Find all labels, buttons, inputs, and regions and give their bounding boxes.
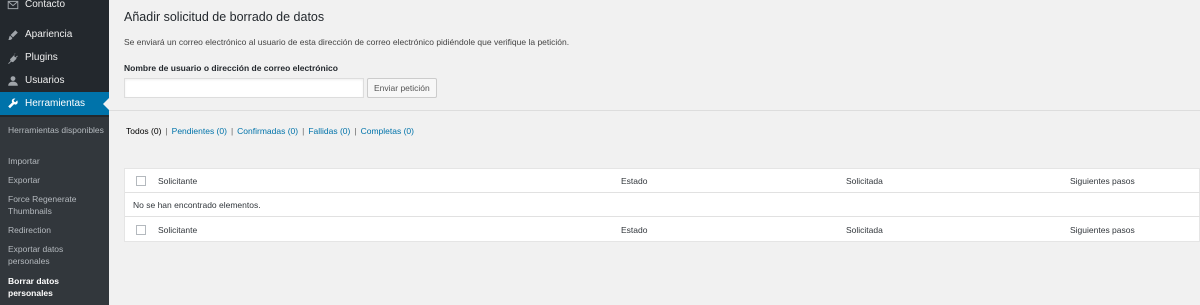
plugin-icon xyxy=(6,51,19,64)
column-header-solicitada[interactable]: Solicitada xyxy=(846,176,883,186)
empty-message: No se han encontrado elementos. xyxy=(133,200,261,210)
select-all-checkbox[interactable] xyxy=(136,176,146,186)
menu-item-apariencia[interactable]: Apariencia xyxy=(0,23,109,46)
table-row: No se han encontrado elementos. xyxy=(125,193,1200,217)
page-title: Añadir solicitud de borrado de datos xyxy=(124,10,325,24)
column-footer-solicitante[interactable]: Solicitante xyxy=(158,225,197,235)
submenu: Herramientas disponibles Importar Export… xyxy=(0,117,109,305)
submenu-item-herramientas-disponibles[interactable]: Herramientas disponibles xyxy=(8,124,104,136)
requests-table: Solicitante Estado Solicitada Siguientes… xyxy=(124,168,1200,242)
status-filter-links: Todos (0) | Pendientes (0) | Confirmadas… xyxy=(126,126,414,136)
submenu-item-force-regenerate-thumbnails[interactable]: Force Regenerate Thumbnails xyxy=(8,193,104,217)
divider xyxy=(109,110,1200,111)
username-email-label: Nombre de usuario o dirección de correo … xyxy=(124,63,338,73)
menu-item-label: Plugins xyxy=(25,52,58,63)
table-footer-row: Solicitante Estado Solicitada Siguientes… xyxy=(125,218,1200,242)
submenu-item-importar[interactable]: Importar xyxy=(8,155,104,167)
submenu-item-borrar-datos-personales[interactable]: Borrar datos personales xyxy=(8,275,104,299)
filter-failed[interactable]: Fallidas (0) xyxy=(308,126,350,136)
brush-icon xyxy=(6,28,19,41)
main-content: Añadir solicitud de borrado de datos Se … xyxy=(109,0,1200,305)
select-all-checkbox-footer[interactable] xyxy=(136,225,146,235)
filter-confirmed[interactable]: Confirmadas (0) xyxy=(237,126,298,136)
filter-separator: | xyxy=(165,126,168,136)
menu-item-contacto[interactable]: Contacto xyxy=(0,0,109,16)
filter-separator: | xyxy=(230,126,234,136)
send-request-button[interactable]: Enviar petición xyxy=(367,78,437,98)
column-footer-siguientes-pasos: Siguientes pasos xyxy=(1070,225,1135,235)
column-footer-estado: Estado xyxy=(621,225,648,235)
filter-separator: | xyxy=(354,126,357,136)
submenu-item-exportar-datos-personales[interactable]: Exportar datos personales xyxy=(8,243,104,267)
submenu-item-redirection[interactable]: Redirection xyxy=(8,224,104,236)
column-header-estado: Estado xyxy=(621,176,648,186)
username-email-input[interactable] xyxy=(124,78,364,98)
column-header-siguientes-pasos: Siguientes pasos xyxy=(1070,176,1135,186)
filter-pending[interactable]: Pendientes (0) xyxy=(172,126,227,136)
mail-icon xyxy=(6,0,19,11)
filter-all[interactable]: Todos (0) xyxy=(126,126,161,136)
menu-item-label: Herramientas xyxy=(25,98,86,109)
filter-separator: | xyxy=(302,126,305,136)
menu-item-label: Usuarios xyxy=(25,75,65,86)
admin-sidebar: Contacto Apariencia Plugins Usuarios Her… xyxy=(0,0,109,305)
menu-item-usuarios[interactable]: Usuarios xyxy=(0,69,109,92)
column-header-solicitante[interactable]: Solicitante xyxy=(158,176,197,186)
column-footer-solicitada[interactable]: Solicitada xyxy=(846,225,883,235)
submenu-item-exportar[interactable]: Exportar xyxy=(8,174,104,186)
menu-item-label: Contacto xyxy=(25,0,66,10)
menu-item-plugins[interactable]: Plugins xyxy=(0,46,109,69)
users-icon xyxy=(6,74,19,87)
wrench-icon xyxy=(6,97,19,110)
filter-completed[interactable]: Completas (0) xyxy=(361,126,414,136)
menu-item-label: Apariencia xyxy=(25,29,73,40)
page-description: Se enviará un correo electrónico al usua… xyxy=(124,37,570,47)
table-header-row: Solicitante Estado Solicitada Siguientes… xyxy=(125,169,1200,193)
menu-item-herramientas[interactable]: Herramientas xyxy=(0,92,109,115)
